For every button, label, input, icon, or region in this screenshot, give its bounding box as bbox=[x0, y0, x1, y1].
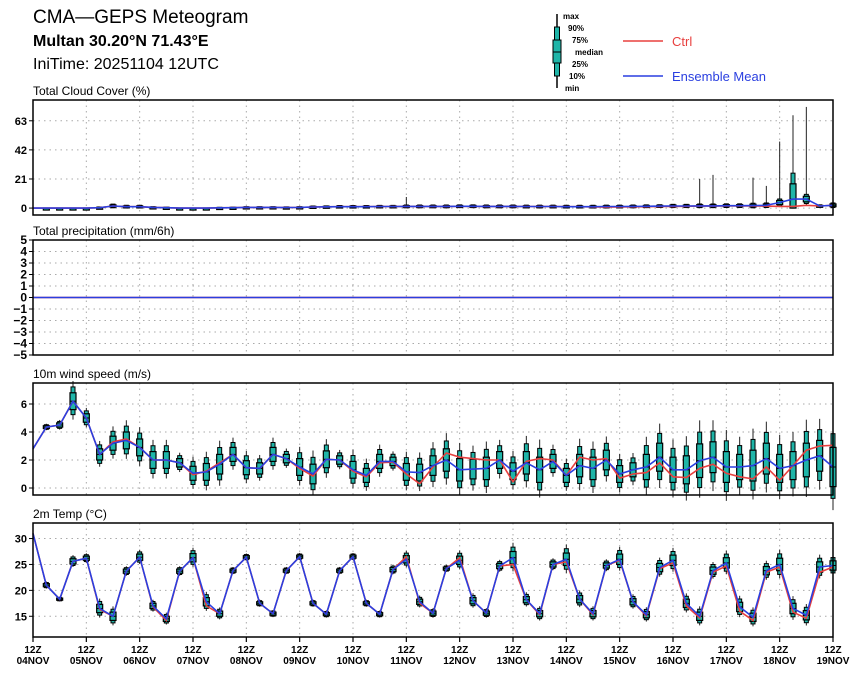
panel-2: 10m wind speed (m/s) 0 2 4 6 bbox=[21, 367, 837, 511]
box-plot bbox=[709, 174, 717, 209]
y-tick-label: 5 bbox=[20, 233, 27, 247]
panel-title: 10m wind speed (m/s) bbox=[33, 367, 151, 381]
box-plot bbox=[696, 178, 704, 209]
y-tick-label: 63 bbox=[15, 116, 27, 128]
legend-label-3: median bbox=[575, 48, 603, 57]
panel-3: 2m Temp (°C) 15 20 25 30 bbox=[15, 507, 837, 638]
x-tick-date: 18NOV bbox=[763, 656, 796, 667]
x-tick-hour: 12Z bbox=[611, 645, 628, 656]
legend-mean-label: Ensemble Mean bbox=[672, 69, 766, 84]
y-tick-label: 0 bbox=[21, 483, 27, 495]
legend-ctrl-label: Ctrl bbox=[672, 34, 692, 49]
y-tick-label: 25 bbox=[15, 559, 27, 571]
legend-label-6: min bbox=[565, 84, 579, 93]
box-plot bbox=[802, 106, 810, 206]
x-tick-hour: 12Z bbox=[771, 645, 788, 656]
y-tick-label: 6 bbox=[21, 399, 27, 411]
x-tick-date: 14NOV bbox=[550, 656, 583, 667]
x-tick-date: 11NOV bbox=[390, 656, 423, 667]
x-tick-hour: 12Z bbox=[131, 645, 148, 656]
box-plot bbox=[576, 438, 584, 491]
box-plot bbox=[736, 436, 744, 495]
y-tick-label: 21 bbox=[15, 174, 27, 186]
panel-1: Total precipitation (mm/6h)−5−4−3−2−1012… bbox=[13, 224, 834, 362]
y-tick-label: 0 bbox=[21, 203, 27, 215]
y-tick-label: 2 bbox=[21, 455, 27, 467]
x-tick-date: 05NOV bbox=[70, 656, 103, 667]
panel-0: Total Cloud Cover (%) 0 21 42 63 bbox=[15, 84, 837, 216]
x-tick-hour: 12Z bbox=[824, 645, 841, 656]
y-tick-label: 42 bbox=[15, 145, 27, 157]
x-tick-hour: 12Z bbox=[78, 645, 95, 656]
x-tick-hour: 12Z bbox=[398, 645, 415, 656]
x-tick-date: 17NOV bbox=[710, 656, 743, 667]
x-tick-date: 16NOV bbox=[657, 656, 690, 667]
legend-label-2: 75% bbox=[572, 36, 588, 45]
x-tick-date: 13NOV bbox=[497, 656, 530, 667]
meteogram-chart: max 90% 75% median 25% 10% min Ctrl Ensemble Mea… bbox=[13, 12, 850, 667]
y-tick-label: 20 bbox=[15, 585, 27, 597]
box-plot bbox=[656, 423, 664, 488]
x-tick-hour: 12Z bbox=[504, 645, 521, 656]
box-plot bbox=[802, 419, 810, 497]
box-plot bbox=[442, 433, 450, 485]
x-tick-hour: 12Z bbox=[558, 645, 575, 656]
box-plot bbox=[789, 115, 797, 209]
x-tick-date: 04NOV bbox=[17, 656, 50, 667]
x-tick-hour: 12Z bbox=[664, 645, 681, 656]
panel-title: Total Cloud Cover (%) bbox=[33, 84, 150, 98]
x-tick-date: 10NOV bbox=[337, 656, 370, 667]
x-tick-hour: 12Z bbox=[451, 645, 468, 656]
panel-frame bbox=[32, 522, 834, 638]
x-tick-date: 09NOV bbox=[283, 656, 316, 667]
x-tick-hour: 12Z bbox=[24, 645, 41, 656]
box-plot bbox=[749, 177, 757, 209]
x-tick-date: 08NOV bbox=[230, 656, 263, 667]
x-tick-date: 06NOV bbox=[123, 656, 156, 667]
legend-label-1: 90% bbox=[568, 24, 584, 33]
x-tick-date: 19NOV bbox=[817, 656, 850, 667]
box-plot bbox=[816, 418, 824, 490]
legend-label-4: 25% bbox=[572, 60, 588, 69]
legend-label-5: 10% bbox=[569, 72, 585, 81]
panel-title: Total precipitation (mm/6h) bbox=[33, 224, 174, 238]
x-tick-date: 15NOV bbox=[603, 656, 636, 667]
x-tick-date: 12NOV bbox=[443, 656, 476, 667]
x-tick-hour: 12Z bbox=[238, 645, 255, 656]
box-plot bbox=[709, 420, 717, 492]
y-tick-label: 30 bbox=[15, 534, 27, 546]
box-plot bbox=[322, 439, 330, 478]
panel-title: 2m Temp (°C) bbox=[33, 507, 107, 521]
x-tick-hour: 12Z bbox=[344, 645, 361, 656]
x-tick-hour: 12Z bbox=[718, 645, 735, 656]
box-plot bbox=[162, 439, 170, 479]
box-plot bbox=[696, 420, 704, 498]
x-tick-hour: 12Z bbox=[291, 645, 308, 656]
y-tick-label: 4 bbox=[21, 427, 28, 439]
box-plot bbox=[776, 141, 784, 208]
box-plot bbox=[469, 445, 477, 491]
legend-label-0: max bbox=[563, 12, 580, 21]
x-tick-date: 07NOV bbox=[177, 656, 210, 667]
y-tick-label: 15 bbox=[15, 611, 27, 623]
x-tick-hour: 12Z bbox=[184, 645, 201, 656]
box-25-75 bbox=[789, 183, 797, 209]
box-plot bbox=[762, 421, 770, 493]
